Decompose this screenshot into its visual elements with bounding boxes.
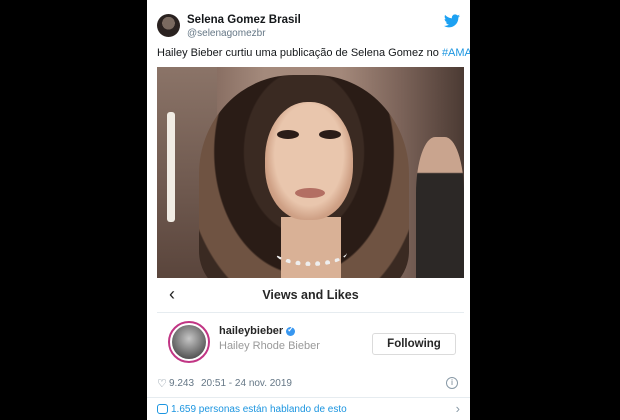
info-icon[interactable]: i <box>446 377 458 389</box>
photo-light <box>167 112 175 222</box>
tweet-card: Selena Gomez Brasil @selenagomezbr Haile… <box>147 0 470 420</box>
chevron-right-icon: › <box>455 401 460 416</box>
photo-lips <box>295 188 325 198</box>
photo-face <box>265 102 353 220</box>
twitter-bird-icon[interactable] <box>444 14 460 28</box>
tweet-meta: ♡ 9.243 20:51 - 24 nov. 2019 i <box>157 377 460 391</box>
tweet-timestamp[interactable]: 20:51 - 24 nov. 2019 <box>201 378 292 389</box>
views-and-likes-bar: ‹ Views and Likes <box>157 278 464 313</box>
photo-eye-left <box>277 130 299 139</box>
instagram-full-name: Hailey Rhode Bieber <box>219 340 320 352</box>
photo-necklace <box>275 239 347 266</box>
instagram-user-row: haileybieber Hailey Rhode Bieber Followi… <box>157 313 464 363</box>
avatar-image <box>172 325 206 359</box>
views-title: Views and Likes <box>262 288 359 302</box>
like-count[interactable]: 9.243 <box>169 378 194 389</box>
photo-eye-right <box>319 130 341 139</box>
author-avatar[interactable] <box>157 14 180 37</box>
tweet-photo[interactable] <box>157 67 464 278</box>
author-handle[interactable]: @selenagomezbr <box>187 28 266 39</box>
tweet-text: Hailey Bieber curtiu uma publicação de S… <box>157 47 470 59</box>
speech-bubble-icon <box>157 404 168 414</box>
following-button[interactable]: Following <box>372 333 456 355</box>
tweet-header: Selena Gomez Brasil @selenagomezbr <box>157 12 460 42</box>
people-talking-text[interactable]: 1.659 personas están hablando de esto <box>171 404 347 415</box>
verified-icon <box>286 325 296 336</box>
instagram-avatar[interactable] <box>168 321 210 363</box>
tweet-text-main: Hailey Bieber curtiu uma publicação de S… <box>157 47 442 59</box>
instagram-username[interactable]: haileybieber <box>219 325 296 337</box>
author-name[interactable]: Selena Gomez Brasil <box>187 14 301 26</box>
instagram-username-text: haileybieber <box>219 325 284 337</box>
heart-icon[interactable]: ♡ <box>157 377 167 390</box>
hashtag-link[interactable]: #AMAs <box>442 47 470 59</box>
conversation-footer[interactable]: 1.659 personas están hablando de esto › <box>147 397 470 420</box>
photo-background-person <box>416 137 464 278</box>
